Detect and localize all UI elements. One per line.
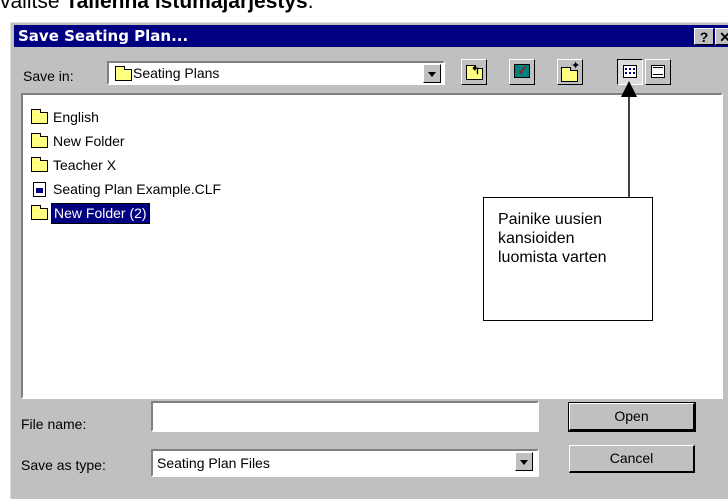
help-button[interactable]: ? <box>694 28 714 45</box>
annotation-line: luomista varten <box>498 249 607 266</box>
rename-field[interactable]: New Folder (2) <box>51 203 150 224</box>
file-name-input[interactable] <box>151 401 539 432</box>
list-item-label: Seating Plan Example.CLF <box>53 181 222 197</box>
title-bar: Save Seating Plan... ? ✕ <box>14 25 728 47</box>
folder-icon <box>31 109 48 124</box>
save-dialog: Save Seating Plan... ? ✕ Save in: Seatin… <box>10 22 728 499</box>
close-button[interactable]: ✕ <box>715 28 728 45</box>
help-label: ? <box>699 29 709 45</box>
list-item-new-folder[interactable]: New Folder <box>31 133 331 151</box>
list-item-label: Teacher X <box>53 157 117 173</box>
chevron-down-icon <box>428 72 436 77</box>
save-as-type-dropdown-button[interactable] <box>515 452 533 471</box>
details-lines-icon <box>653 67 663 75</box>
annotation-arrow <box>621 81 637 197</box>
clf-file-icon <box>33 182 46 197</box>
folder-icon <box>31 205 48 220</box>
save-in-label: Save in: <box>23 68 74 84</box>
annotation-line: Painike uusien <box>498 211 603 228</box>
dialog-title: Save Seating Plan... <box>18 27 189 45</box>
list-lines-icon <box>625 68 635 74</box>
save-as-type-value: Seating Plan Files <box>157 455 270 471</box>
caption-suffix: . <box>307 0 314 13</box>
list-item-teacher-x[interactable]: Teacher X <box>31 157 331 175</box>
desktop-button[interactable]: ✓ <box>509 59 535 85</box>
save-in-combo[interactable]: Seating Plans <box>107 61 445 85</box>
list-item-seating-plan-example[interactable]: Seating Plan Example.CLF <box>31 181 331 199</box>
open-label: Open <box>614 408 649 424</box>
caption-prefix: valitse <box>0 0 66 13</box>
details-view-button[interactable] <box>645 59 671 85</box>
list-item-label: English <box>53 109 99 125</box>
save-in-value: Seating Plans <box>133 65 220 81</box>
caption-bold: Tallenna istumajärjestys <box>65 0 308 13</box>
annotation-callout: Painike uusien kansioiden luomista varte… <box>483 197 653 321</box>
cancel-label: Cancel <box>609 450 654 466</box>
desktop-check-icon: ✓ <box>517 62 529 78</box>
save-in-dropdown-button[interactable] <box>423 64 441 83</box>
list-item-new-folder-2[interactable]: New Folder (2) <box>31 203 331 224</box>
file-name-label: File name: <box>21 416 87 432</box>
annotation-line: kansioiden <box>498 230 575 247</box>
create-new-folder-button[interactable]: ✦ <box>557 59 583 85</box>
folder-icon <box>31 133 48 148</box>
save-as-type-label: Save as type: <box>21 457 106 473</box>
folder-icon <box>31 157 48 172</box>
save-as-type-combo[interactable]: Seating Plan Files <box>151 449 539 477</box>
chevron-down-icon <box>520 460 528 465</box>
sparkle-icon: ✦ <box>571 60 581 72</box>
list-item-english[interactable]: English <box>31 109 331 127</box>
arrow-head <box>621 81 637 97</box>
caption-text: valitse Tallenna istumajärjestys. <box>0 0 728 13</box>
folder-icon <box>115 66 132 81</box>
open-button[interactable]: Open <box>568 402 696 432</box>
list-item-label: New Folder <box>53 133 125 149</box>
cancel-button[interactable]: Cancel <box>569 445 695 473</box>
up-one-level-button[interactable]: ↰ <box>461 59 487 85</box>
close-label: ✕ <box>719 29 728 45</box>
up-arrow-icon: ↰ <box>471 65 481 77</box>
